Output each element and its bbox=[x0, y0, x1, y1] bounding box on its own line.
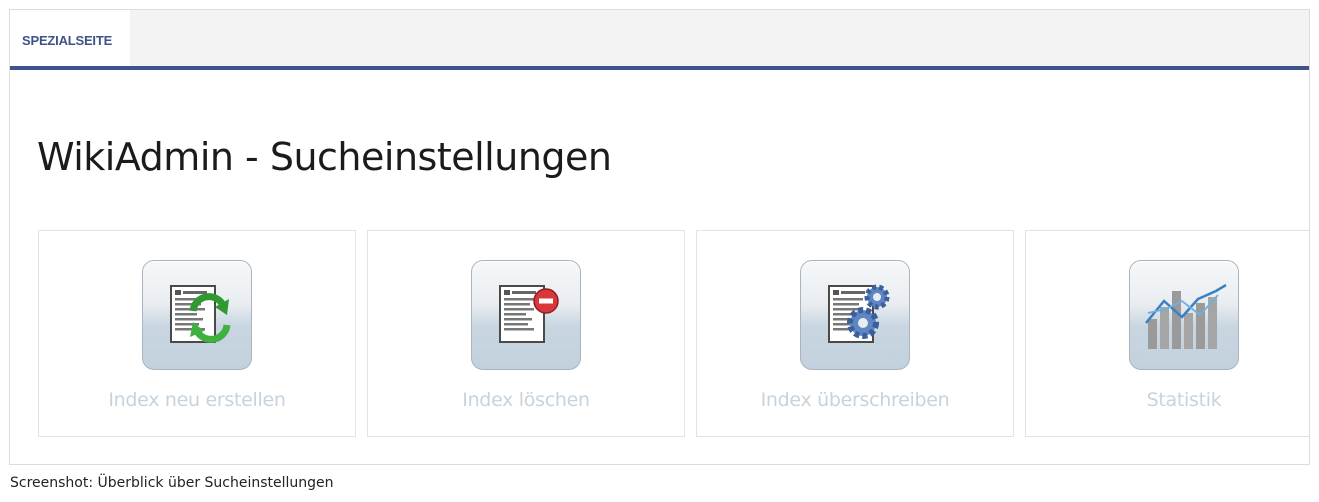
card-label: Statistik bbox=[1146, 389, 1222, 411]
card-label: Index überschreiben bbox=[760, 389, 950, 411]
card-statistics[interactable]: Statistik bbox=[1025, 230, 1309, 437]
screenshot-frame: SPEZIALSEITE WikiAdmin - Sucheinstellung… bbox=[9, 9, 1310, 465]
figure-caption: Screenshot: Überblick über Sucheinstellu… bbox=[10, 475, 334, 491]
page-title: WikiAdmin - Sucheinstellungen bbox=[37, 135, 612, 179]
statistics-chart-icon bbox=[1145, 283, 1227, 349]
card-label: Index löschen bbox=[462, 389, 590, 411]
index-delete-button[interactable] bbox=[471, 260, 581, 370]
index-overwrite-button[interactable] bbox=[800, 260, 910, 370]
document-settings-icon bbox=[828, 284, 890, 343]
statistics-button[interactable] bbox=[1129, 260, 1239, 370]
tab-spezialseite[interactable]: SPEZIALSEITE bbox=[10, 10, 130, 66]
document-refresh-icon bbox=[170, 285, 231, 343]
document-delete-icon bbox=[499, 285, 559, 343]
action-cards: Index neu erstellen Index löschen Index … bbox=[38, 230, 1309, 438]
index-rebuild-button[interactable] bbox=[142, 260, 252, 370]
card-index-overwrite[interactable]: Index überschreiben bbox=[696, 230, 1014, 437]
card-label: Index neu erstellen bbox=[108, 389, 286, 411]
tab-bar: SPEZIALSEITE bbox=[10, 10, 1309, 70]
card-index-rebuild[interactable]: Index neu erstellen bbox=[38, 230, 356, 437]
card-index-delete[interactable]: Index löschen bbox=[367, 230, 685, 437]
